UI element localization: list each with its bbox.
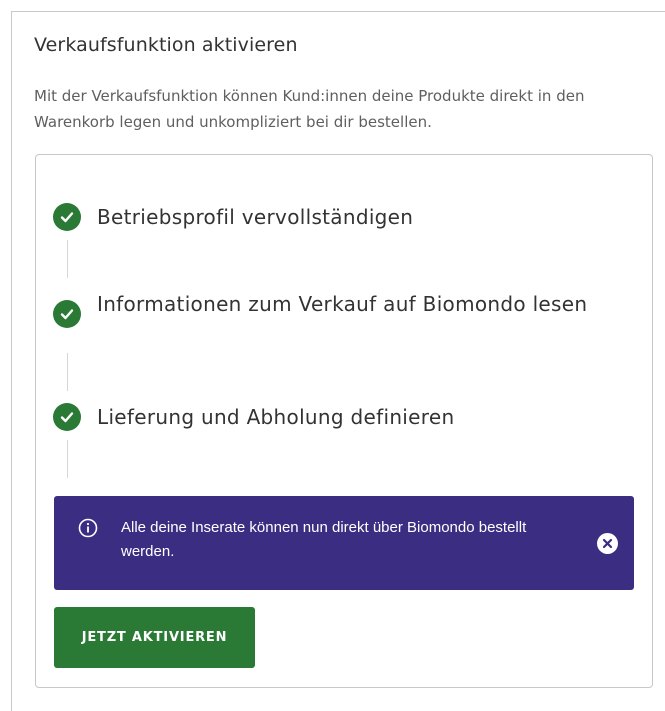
- activate-button[interactable]: JETZT AKTIVIEREN: [54, 607, 255, 668]
- info-banner: Alle deine Inserate können nun direkt üb…: [54, 496, 634, 590]
- step-connector: [67, 240, 68, 278]
- step-connector: [67, 440, 68, 478]
- step-label: Betriebsprofil vervollständigen: [97, 205, 414, 229]
- info-icon: [77, 517, 99, 539]
- close-icon[interactable]: [597, 533, 618, 554]
- section-title: Verkaufsfunktion aktivieren: [34, 34, 298, 56]
- step-label: Informationen zum Verkauf auf Biomondo l…: [97, 292, 588, 316]
- banner-message: Alle deine Inserate können nun direkt üb…: [121, 519, 527, 560]
- step-item-info: [53, 300, 81, 328]
- check-circle-icon: [53, 300, 81, 328]
- check-circle-icon: [53, 403, 81, 431]
- check-circle-icon: [53, 203, 81, 231]
- step-item-delivery: [53, 403, 81, 431]
- step-item-profile: [53, 203, 81, 231]
- section-description: Mit der Verkaufsfunktion können Kund:inn…: [34, 87, 585, 131]
- step-connector: [67, 353, 68, 391]
- step-label: Lieferung und Abholung definieren: [97, 405, 455, 429]
